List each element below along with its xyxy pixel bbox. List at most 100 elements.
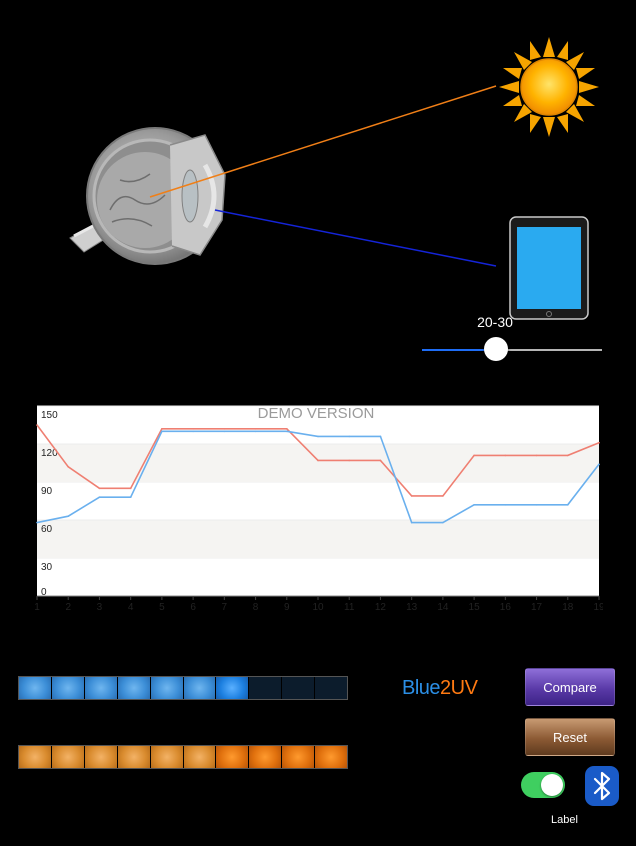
label-toggle-switch[interactable]: [521, 772, 565, 798]
series-2-point: [317, 435, 319, 438]
series-1-point: [598, 441, 600, 444]
series-1-point: [410, 495, 413, 497]
x-tick-label: 4: [128, 602, 134, 613]
logo-part-blue: Blue: [402, 677, 441, 699]
series-2-point: [473, 504, 475, 506]
x-tick-label: 13: [406, 602, 418, 613]
meter-segment: [216, 677, 250, 699]
x-tick-label: 2: [65, 602, 71, 613]
bluetooth-icon: [593, 771, 611, 801]
eye-cross-section-icon: [69, 127, 226, 265]
app-logo: Blue2UV: [402, 677, 478, 700]
uv-light-meter: [18, 745, 348, 769]
series-1-point: [129, 487, 132, 490]
series-2-point: [348, 435, 351, 438]
toggle-label: Label: [551, 814, 578, 826]
meter-segment: [84, 677, 118, 699]
x-tick-label: 17: [531, 602, 543, 613]
chart-grid-band: [37, 444, 599, 482]
y-tick-label: 90: [41, 486, 53, 497]
meter-segment: [315, 746, 348, 768]
toggle-knob: [541, 774, 563, 796]
series-1-point: [223, 428, 226, 430]
meter-segment: [282, 746, 316, 768]
x-tick-label: 16: [500, 602, 512, 613]
series-2-point: [598, 463, 600, 466]
y-tick-label: 150: [41, 410, 58, 421]
series-1-point: [566, 454, 569, 457]
x-tick-label: 5: [159, 602, 165, 613]
series-2-point: [504, 504, 507, 506]
x-tick-label: 3: [97, 602, 103, 613]
series-1-point: [317, 459, 319, 462]
series-1-point: [254, 428, 257, 430]
meter-segment: [315, 677, 348, 699]
age-slider-thumb[interactable]: [483, 337, 508, 361]
meter-segment: [150, 746, 184, 768]
meter-segment: [183, 746, 217, 768]
meter-segment: [150, 677, 184, 699]
logo-part-2uv: 2UV: [440, 677, 478, 699]
exposure-chart: 03060901201501 2 3 4 5 6 7 8 9 10 11 12 13 14 15 16 17 18…: [34, 405, 603, 613]
compare-button[interactable]: Compare: [525, 668, 615, 706]
meter-segment: [117, 677, 151, 699]
chart-grid-band: [37, 520, 599, 558]
x-tick-label: 7: [222, 602, 228, 613]
meter-segment: [51, 677, 85, 699]
series-2-point: [98, 496, 101, 498]
meter-segment: [19, 746, 52, 768]
blue-light-meter: [18, 676, 348, 700]
series-1-point: [161, 428, 163, 430]
series-2-point: [192, 430, 194, 433]
x-tick-label: 1: [34, 602, 40, 613]
series-2-point: [223, 430, 226, 433]
tablet-icon: [509, 216, 589, 320]
reset-button[interactable]: Reset: [525, 718, 615, 756]
chart-watermark: DEMO VERSION: [258, 405, 375, 422]
x-tick-label: 9: [284, 602, 290, 613]
bluetooth-button[interactable]: [585, 766, 619, 806]
series-2-point: [67, 515, 70, 517]
series-1-point: [67, 466, 70, 468]
x-tick-label: 8: [253, 602, 259, 613]
meter-segment: [282, 677, 316, 699]
sun-icon: [499, 37, 599, 137]
series-2-point: [410, 521, 413, 524]
meter-segment: [117, 746, 151, 768]
meter-segment: [183, 677, 217, 699]
x-tick-label: 15: [469, 602, 481, 613]
series-2-point: [535, 504, 538, 506]
x-tick-label: 12: [375, 602, 387, 613]
y-tick-label: 60: [41, 524, 53, 535]
x-tick-label: 10: [312, 602, 324, 613]
meter-segment: [19, 677, 52, 699]
series-1-point: [535, 454, 538, 457]
series-2-point: [36, 521, 38, 524]
series-2-point: [442, 521, 444, 524]
series-1-point: [348, 459, 351, 462]
series-2-point: [161, 430, 163, 433]
series-1-point: [473, 454, 475, 457]
series-2-point: [566, 504, 569, 506]
x-tick-label: 18: [562, 602, 574, 613]
series-2-point: [129, 496, 132, 498]
meter-segment: [249, 677, 283, 699]
age-range-label: 20-30: [477, 314, 513, 330]
series-2-point: [285, 430, 288, 433]
series-1-point: [98, 487, 101, 490]
tablet-ray-line: [214, 209, 497, 267]
y-tick-label: 30: [41, 562, 53, 573]
x-tick-label: 6: [190, 602, 196, 613]
series-1-point: [192, 428, 194, 430]
series-1-point: [36, 424, 38, 426]
series-1-point: [285, 428, 288, 430]
x-tick-label: 19: [593, 602, 603, 613]
series-1-point: [379, 459, 382, 462]
x-tick-label: 11: [344, 602, 355, 613]
series-2-point: [379, 435, 382, 438]
x-tick-label: 14: [437, 602, 449, 613]
scene-illustration: [69, 37, 599, 320]
meter-segment: [249, 746, 283, 768]
meter-segment: [84, 746, 118, 768]
meter-segment: [216, 746, 250, 768]
